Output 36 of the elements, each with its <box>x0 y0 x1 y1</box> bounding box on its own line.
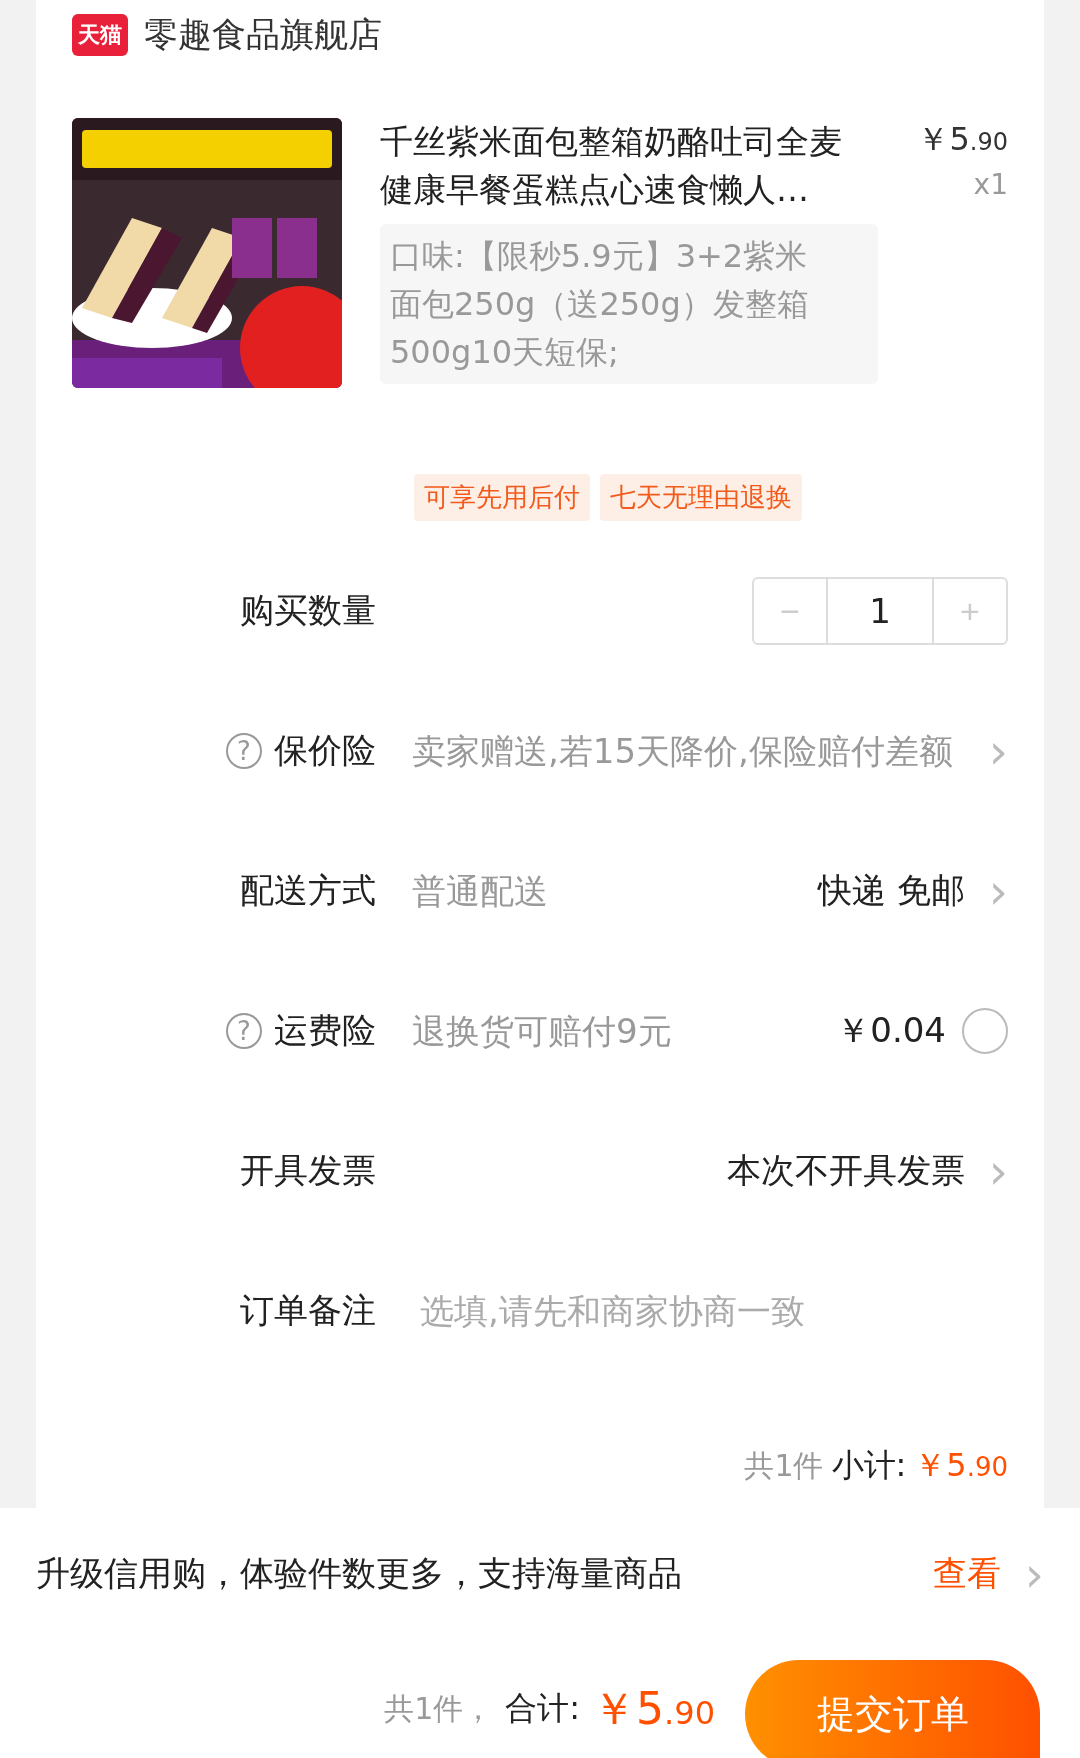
promo-text: 升级信用购，体验件数更多，支持海量商品 <box>36 1552 683 1595</box>
total-amount: ￥5.90 <box>592 1681 715 1736</box>
row-label: 保价险 <box>274 729 376 772</box>
row-value[interactable]: 快递 免邮 <box>818 868 965 914</box>
product-title[interactable]: 千丝紫米面包整箱奶酪吐司全麦健康早餐蛋糕点心速食懒人… <box>380 118 850 214</box>
row-value[interactable]: 本次不开具发票 <box>726 1148 965 1194</box>
chevron-icon[interactable]: › <box>988 1147 1008 1195</box>
total-label: 合计: <box>505 1688 581 1729</box>
radio-button[interactable] <box>962 1008 1008 1054</box>
chevron-icon[interactable]: › <box>1024 1550 1044 1598</box>
item-count: 共1件 <box>744 1447 824 1485</box>
row-label: 购买数量 <box>240 589 376 632</box>
chevron-icon[interactable]: › <box>988 727 1008 775</box>
product-spec[interactable]: 口味:【限秒5.9元】3+2紫米面包250g（送250g）发整箱500g10天短保; <box>380 224 878 384</box>
view-link[interactable]: 查看 <box>932 1551 1001 1597</box>
row-label: 运费险 <box>274 1009 376 1052</box>
row-description: 退换货可赔付9元 <box>412 1010 673 1053</box>
subtotal-amount: ￥5.90 <box>914 1445 1008 1486</box>
help-icon[interactable]: ? <box>226 1013 262 1049</box>
service-tag: 七天无理由退换 <box>600 474 802 521</box>
row-description: 卖家赠送,若15天降价,保险赔付差额 <box>412 730 954 773</box>
submit-order-button[interactable]: 提交订单 <box>745 1660 1040 1758</box>
row-label: 配送方式 <box>240 869 376 912</box>
product-quantity: x1 <box>973 168 1008 201</box>
row-description: 普通配送 <box>412 870 549 913</box>
row-label: 开具发票 <box>240 1149 376 1192</box>
store-badge: 天猫 <box>72 14 128 56</box>
help-icon[interactable]: ? <box>226 733 262 769</box>
store-name[interactable]: 零趣食品旗舰店 <box>144 12 382 58</box>
product-price: ￥5.90 <box>917 119 1008 160</box>
item-count: 共1件， <box>384 1689 494 1728</box>
subtotal-label: 小计: <box>831 1445 907 1486</box>
row-label: 订单备注 <box>240 1289 376 1332</box>
chevron-icon[interactable]: › <box>988 867 1008 915</box>
service-tag: 可享先用后付 <box>414 474 590 521</box>
row-value: ￥0.04 <box>836 1009 946 1052</box>
